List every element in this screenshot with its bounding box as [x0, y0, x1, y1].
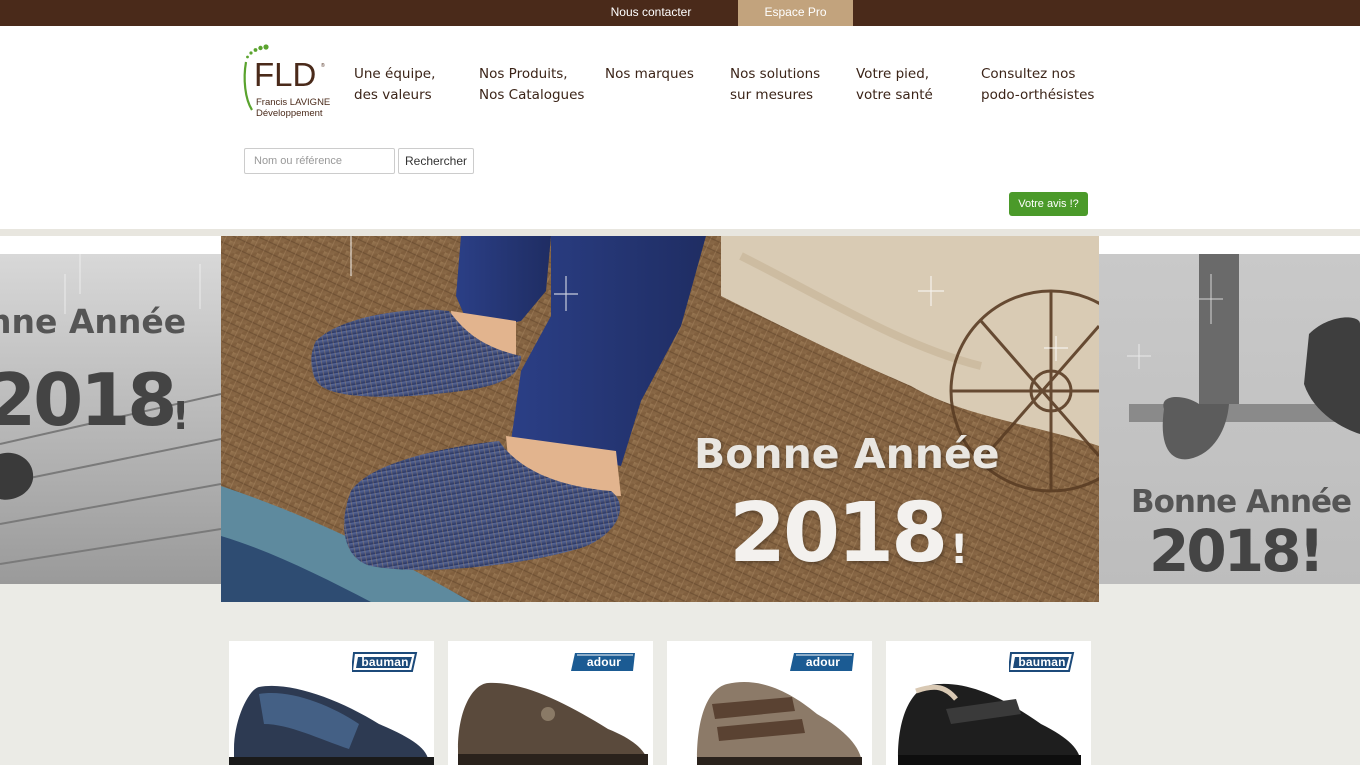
site-header: FLD ® Francis LAVIGNE Développement Une …: [0, 26, 1360, 229]
foot-logo-icon: FLD ® Francis LAVIGNE Développement: [243, 44, 330, 119]
product-card[interactable]: bauman: [229, 641, 434, 765]
contact-link[interactable]: Nous contacter: [596, 0, 706, 26]
next-slide-year: 2018!: [1149, 517, 1325, 584]
logo-line2: Développement: [256, 108, 323, 119]
shoe-image: [229, 685, 434, 765]
prev-slide-headline: nne Année: [0, 302, 187, 341]
product-card[interactable]: bauman: [886, 641, 1091, 765]
main-slide-exclaim: !: [950, 527, 969, 573]
shoe-image: [458, 682, 648, 765]
carousel-next-slide[interactable]: Bonne Année 2018!: [1099, 254, 1360, 584]
logo-mark: FLD: [254, 56, 316, 93]
feedback-button[interactable]: Votre avis !?: [1009, 192, 1088, 216]
nav-item-equipe[interactable]: Une équipe, des valeurs: [354, 64, 484, 106]
carousel-active-slide[interactable]: Bonne Année 2018 !: [221, 236, 1099, 602]
nav-item-podo[interactable]: Consultez nos podo-orthésistes: [981, 64, 1121, 106]
nav-item-produits[interactable]: Nos Produits, Nos Catalogues: [479, 64, 609, 106]
header-divider: [0, 229, 1360, 236]
logo-line1: Francis LAVIGNE: [256, 97, 330, 108]
prev-slide-exclaim: !: [172, 394, 190, 438]
nav-item-solutions[interactable]: Nos solutions sur mesures: [730, 64, 860, 106]
product-card[interactable]: adour: [448, 641, 653, 765]
product-card[interactable]: adour: [667, 641, 872, 765]
search-input[interactable]: [244, 148, 395, 174]
nav-item-pied[interactable]: Votre pied, votre santé: [856, 64, 986, 106]
main-slide-year: 2018: [729, 486, 948, 581]
nav-item-marques[interactable]: Nos marques: [605, 64, 735, 85]
shoe-image: [898, 683, 1081, 765]
svg-text:®: ®: [321, 62, 325, 69]
carousel-prev-slide[interactable]: nne Année 2018 !: [0, 254, 221, 584]
prev-slide-year: 2018: [0, 358, 177, 442]
search-button[interactable]: Rechercher: [398, 148, 474, 174]
fld-logo[interactable]: FLD ® Francis LAVIGNE Développement: [242, 44, 337, 124]
main-slide-headline: Bonne Année: [694, 430, 1000, 478]
top-bar: Nous contacter Espace Pro: [0, 0, 1360, 30]
shoe-image: [697, 682, 862, 765]
next-slide-headline: Bonne Année: [1131, 484, 1352, 520]
